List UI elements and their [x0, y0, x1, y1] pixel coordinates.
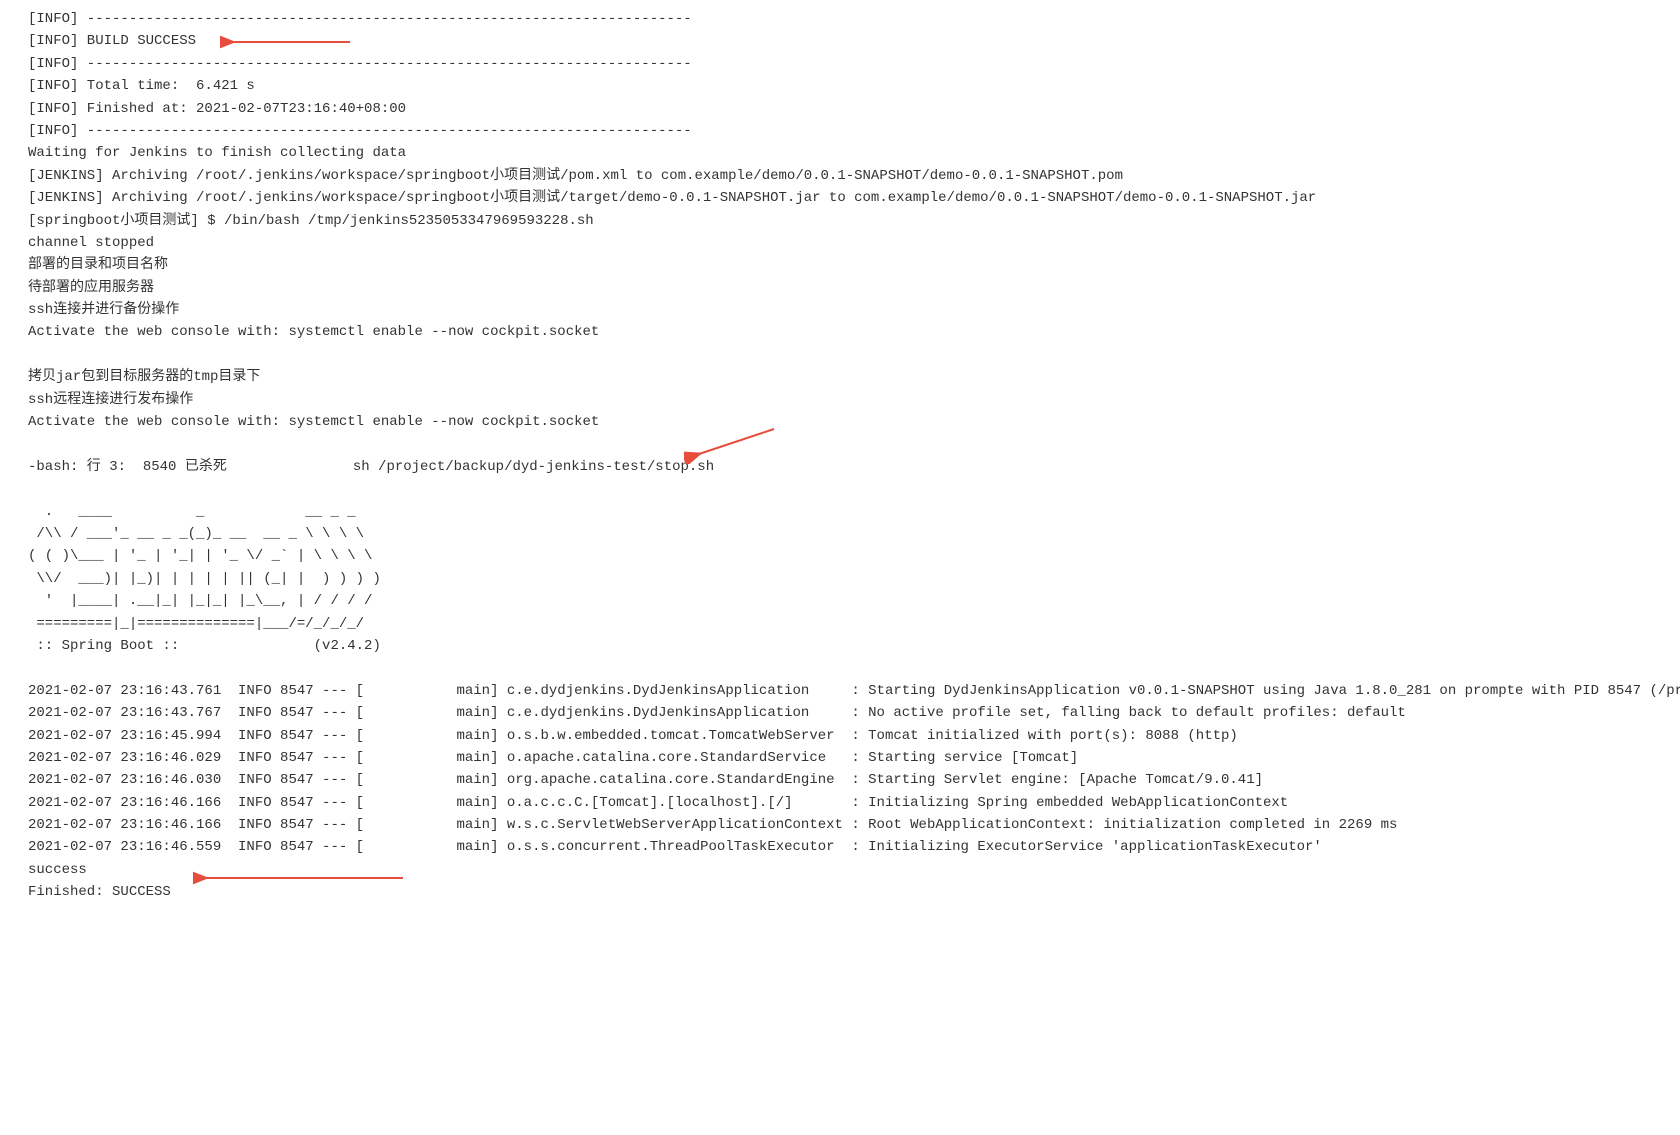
log-line-7: [JENKINS] Archiving /root/.jenkins/works…	[28, 165, 1652, 187]
log-line-36: 2021-02-07 23:16:46.166 INFO 8547 --- [ …	[28, 814, 1652, 836]
log-line-17: ssh远程连接进行发布操作	[28, 389, 1652, 411]
log-line-27: =========|_|==============|___/=/_/_/_/	[28, 613, 1652, 635]
log-line-29	[28, 657, 1652, 679]
log-line-20: -bash: 行 3: 8540 已杀死 sh /project/backup/…	[28, 456, 1652, 478]
log-line-12: 待部署的应用服务器	[28, 277, 1652, 299]
log-line-2: [INFO] ---------------------------------…	[28, 53, 1652, 75]
log-line-38: success	[28, 859, 1652, 881]
log-line-6: Waiting for Jenkins to finish collecting…	[28, 142, 1652, 164]
log-line-32: 2021-02-07 23:16:45.994 INFO 8547 --- [ …	[28, 725, 1652, 747]
log-line-13: ssh连接并进行备份操作	[28, 299, 1652, 321]
log-line-22: . ____ _ __ _ _	[28, 501, 1652, 523]
log-line-26: ' |____| .__|_| |_|_| |_\__, | / / / /	[28, 590, 1652, 612]
log-line-14: Activate the web console with: systemctl…	[28, 321, 1652, 343]
log-line-4: [INFO] Finished at: 2021-02-07T23:16:40+…	[28, 98, 1652, 120]
log-line-18: Activate the web console with: systemctl…	[28, 411, 1652, 433]
log-line-15	[28, 344, 1652, 366]
log-line-10: channel stopped	[28, 232, 1652, 254]
log-line-25: \\/ ___)| |_)| | | | | || (_| | ) ) ) )	[28, 568, 1652, 590]
log-line-5: [INFO] ---------------------------------…	[28, 120, 1652, 142]
log-line-28: :: Spring Boot :: (v2.4.2)	[28, 635, 1652, 657]
log-line-1: [INFO] BUILD SUCCESS	[28, 30, 1652, 52]
log-line-9: [springboot小项目测试] $ /bin/bash /tmp/jenki…	[28, 210, 1652, 232]
log-line-37: 2021-02-07 23:16:46.559 INFO 8547 --- [ …	[28, 836, 1652, 858]
log-line-39: Finished: SUCCESS	[28, 881, 1652, 903]
log-line-31: 2021-02-07 23:16:43.767 INFO 8547 --- [ …	[28, 702, 1652, 724]
log-line-11: 部署的目录和项目名称	[28, 254, 1652, 276]
log-line-3: [INFO] Total time: 6.421 s	[28, 75, 1652, 97]
terminal-output: [INFO] ---------------------------------…	[28, 8, 1652, 904]
log-line-16: 拷贝jar包到目标服务器的tmp目录下	[28, 366, 1652, 388]
log-line-8: [JENKINS] Archiving /root/.jenkins/works…	[28, 187, 1652, 209]
log-line-33: 2021-02-07 23:16:46.029 INFO 8547 --- [ …	[28, 747, 1652, 769]
log-line-21	[28, 478, 1652, 500]
log-line-30: 2021-02-07 23:16:43.761 INFO 8547 --- [ …	[28, 680, 1652, 702]
log-line-0: [INFO] ---------------------------------…	[28, 8, 1652, 30]
log-line-34: 2021-02-07 23:16:46.030 INFO 8547 --- [ …	[28, 769, 1652, 791]
log-line-24: ( ( )\___ | '_ | '_| | '_ \/ _` | \ \ \ …	[28, 545, 1652, 567]
log-line-35: 2021-02-07 23:16:46.166 INFO 8547 --- [ …	[28, 792, 1652, 814]
log-line-19	[28, 433, 1652, 455]
terminal-output-container: [INFO] ---------------------------------…	[28, 8, 1652, 904]
log-line-23: /\\ / ___'_ __ _ _(_)_ __ __ _ \ \ \ \	[28, 523, 1652, 545]
